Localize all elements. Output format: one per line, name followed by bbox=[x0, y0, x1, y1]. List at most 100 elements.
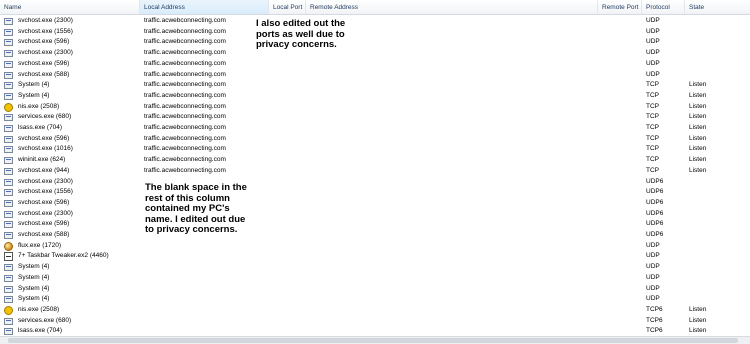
process-name: svchost.exe (2300) bbox=[18, 209, 73, 217]
column-header-remote-address[interactable]: Remote Address bbox=[306, 0, 598, 14]
process-icon bbox=[4, 50, 13, 58]
state: Listen bbox=[689, 81, 707, 89]
table-row[interactable]: 7+ Taskbar Tweaker.ex2 (4460) UDP bbox=[0, 251, 750, 262]
norton-icon bbox=[4, 305, 13, 315]
process-icon bbox=[4, 92, 13, 100]
process-name: svchost.exe (2300) bbox=[18, 17, 73, 24]
process-name: flux.exe (1720) bbox=[18, 241, 61, 249]
process-name: System (4) bbox=[18, 295, 50, 303]
protocol: TCP bbox=[646, 145, 659, 153]
protocol: UDP6 bbox=[646, 188, 664, 196]
table-row[interactable]: System (4) traffic.acwebconnecting.com TCP… bbox=[0, 91, 750, 102]
table-row[interactable]: svchost.exe (588) UDP6 bbox=[0, 230, 750, 241]
process-name: svchost.exe (588) bbox=[18, 231, 70, 238]
process-name: svchost.exe (1556) bbox=[18, 188, 73, 196]
process-icon bbox=[4, 71, 13, 79]
protocol: TCP6 bbox=[646, 305, 663, 313]
process-name: svchost.exe (1556) bbox=[18, 27, 73, 35]
column-header-remote-port[interactable]: Remote Port bbox=[598, 0, 642, 14]
protocol: UDP6 bbox=[646, 220, 664, 228]
protocol: TCP bbox=[646, 156, 659, 164]
table-row[interactable]: svchost.exe (1556) traffic.acwebconnectin… bbox=[0, 27, 750, 38]
state: Listen bbox=[689, 166, 707, 174]
process-name: svchost.exe (944) bbox=[18, 166, 70, 174]
local-address: traffic.acwebconnecting.com bbox=[144, 38, 226, 46]
protocol: TCP bbox=[646, 134, 659, 142]
state: Listen bbox=[689, 113, 707, 121]
column-header-protocol[interactable]: Protocol bbox=[642, 0, 685, 14]
process-icon bbox=[4, 167, 13, 175]
table-row[interactable]: System (4) traffic.acwebconnecting.com TCP… bbox=[0, 80, 750, 91]
table-row[interactable]: svchost.exe (2300) traffic.acwebconnectin… bbox=[0, 48, 750, 59]
process-name: svchost.exe (2300) bbox=[18, 49, 73, 57]
table-row[interactable]: System (4) UDP bbox=[0, 294, 750, 305]
column-header-state[interactable]: State bbox=[685, 0, 750, 14]
table-row[interactable]: lsass.exe (704) traffic.acwebconnecting.c… bbox=[0, 123, 750, 134]
process-icon bbox=[4, 221, 13, 229]
table-row[interactable]: svchost.exe (2300) traffic.acwebconnectin… bbox=[0, 16, 750, 27]
table-row[interactable]: services.exe (680) TCP6 Listen bbox=[0, 316, 750, 327]
table-row[interactable]: svchost.exe (1016) traffic.acwebconnectin… bbox=[0, 144, 750, 155]
process-icon bbox=[4, 39, 13, 47]
protocol: UDP bbox=[646, 284, 660, 292]
protocol: UDP bbox=[646, 17, 660, 24]
process-name: System (4) bbox=[18, 81, 50, 89]
state: Listen bbox=[689, 124, 707, 131]
process-icon bbox=[4, 18, 13, 25]
protocol: TCP bbox=[646, 81, 659, 89]
table-row[interactable]: svchost.exe (596) traffic.acwebconnecting… bbox=[0, 59, 750, 70]
column-header-local-port[interactable]: Local Port bbox=[269, 0, 306, 14]
protocol: UDP6 bbox=[646, 198, 664, 206]
process-icon bbox=[4, 125, 13, 132]
scrollbar-thumb[interactable] bbox=[8, 338, 738, 343]
table-row[interactable]: nis.exe (2508) traffic.acwebconnecting.co… bbox=[0, 102, 750, 113]
protocol: UDP bbox=[646, 241, 660, 249]
table-row[interactable]: svchost.exe (944) traffic.acwebconnecting… bbox=[0, 166, 750, 177]
process-icon bbox=[4, 285, 13, 293]
process-name: System (4) bbox=[18, 91, 50, 99]
local-address: traffic.acwebconnecting.com bbox=[144, 70, 226, 78]
process-icon bbox=[4, 264, 13, 272]
process-icon bbox=[4, 210, 13, 218]
process-icon bbox=[4, 232, 13, 239]
process-name: svchost.exe (596) bbox=[18, 38, 70, 46]
table-row[interactable]: System (4) UDP bbox=[0, 273, 750, 284]
norton-icon bbox=[4, 102, 13, 112]
process-icon bbox=[4, 317, 13, 325]
column-header-name[interactable]: Name bbox=[0, 0, 140, 14]
table-row[interactable]: svchost.exe (596) traffic.acwebconnecting… bbox=[0, 37, 750, 48]
table-row[interactable]: svchost.exe (588) traffic.acwebconnecting… bbox=[0, 70, 750, 81]
process-name: services.exe (680) bbox=[18, 316, 72, 324]
table-row[interactable]: System (4) UDP bbox=[0, 284, 750, 295]
local-address: traffic.acwebconnecting.com bbox=[144, 102, 226, 110]
table-row[interactable]: wininit.exe (624) traffic.acwebconnecting… bbox=[0, 155, 750, 166]
process-name: svchost.exe (2300) bbox=[18, 177, 73, 185]
protocol: UDP bbox=[646, 263, 660, 271]
column-header-local-address[interactable]: Local Address bbox=[140, 0, 269, 14]
process-icon bbox=[4, 178, 13, 186]
table-row[interactable]: svchost.exe (1556) UDP6 bbox=[0, 187, 750, 198]
annotation-blank-note: The blank space in the rest of this colu… bbox=[145, 182, 247, 235]
table-row[interactable]: services.exe (680) traffic.acwebconnectin… bbox=[0, 112, 750, 123]
process-icon bbox=[4, 135, 13, 143]
process-icon bbox=[4, 199, 13, 207]
table-row[interactable]: nis.exe (2508) TCP6 Listen bbox=[0, 305, 750, 316]
table-row[interactable]: svchost.exe (596) UDP6 bbox=[0, 198, 750, 209]
process-name: lsass.exe (704) bbox=[18, 124, 63, 131]
table-row[interactable]: flux.exe (1720) UDP bbox=[0, 241, 750, 252]
process-name: System (4) bbox=[18, 263, 50, 271]
process-icon bbox=[4, 157, 13, 165]
local-address: traffic.acwebconnecting.com bbox=[144, 166, 226, 174]
process-name: wininit.exe (624) bbox=[18, 156, 66, 164]
table-row[interactable]: svchost.exe (2300) UDP6 bbox=[0, 209, 750, 220]
process-name: svchost.exe (596) bbox=[18, 134, 70, 142]
table-row[interactable]: svchost.exe (596) UDP6 bbox=[0, 219, 750, 230]
column-header-bar: Name Local Address Local Port Remote Add… bbox=[0, 0, 750, 15]
table-row[interactable]: svchost.exe (596) traffic.acwebconnecting… bbox=[0, 134, 750, 145]
table-row[interactable]: svchost.exe (2300) UDP6 bbox=[0, 177, 750, 188]
table-row[interactable]: System (4) UDP bbox=[0, 262, 750, 273]
protocol: TCP bbox=[646, 124, 659, 131]
protocol: UDP6 bbox=[646, 177, 664, 185]
protocol: UDP bbox=[646, 27, 660, 35]
process-icon bbox=[4, 82, 13, 90]
